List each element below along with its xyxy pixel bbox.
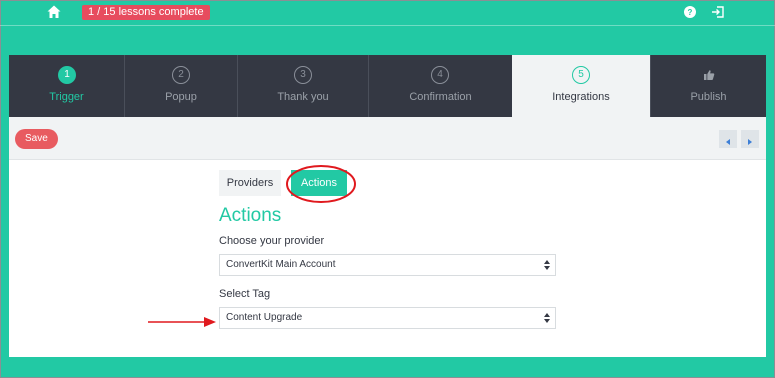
step-trigger[interactable]: 1 Trigger [9,55,124,117]
top-bar: 1 / 15 lessons complete ? [0,0,775,25]
step-confirmation[interactable]: 4 Confirmation [368,55,512,117]
topbar-divider [0,25,775,26]
step-integrations[interactable]: 5 Integrations [512,55,650,117]
step-label: Popup [165,91,197,103]
lessons-progress-badge: 1 / 15 lessons complete [82,5,210,20]
step-number: 1 [58,66,76,84]
step-navigation: 1 Trigger 2 Popup 3 Thank you 4 Confirma… [9,55,766,117]
step-number: 4 [431,66,449,84]
step-label: Confirmation [409,91,472,103]
logout-icon[interactable] [711,5,725,19]
previous-button[interactable] [719,130,737,148]
editor-panel: 1 Trigger 2 Popup 3 Thank you 4 Confirma… [9,55,766,357]
help-icon[interactable]: ? [684,6,696,18]
chevron-left-icon [726,139,730,145]
editor-toolbar: Save [9,117,766,160]
step-label: Thank you [277,91,329,103]
step-popup[interactable]: 2 Popup [124,55,237,117]
thumbs-up-icon [704,70,715,80]
tag-select-value: Content Upgrade [226,312,303,323]
step-number: 2 [172,66,190,84]
provider-select[interactable]: ConvertKit Main Account [219,254,556,276]
step-label: Publish [690,91,727,103]
step-number: 5 [572,66,590,84]
tab-actions[interactable]: Actions [291,170,347,196]
next-button[interactable] [741,130,759,148]
select-arrows-icon [544,313,550,323]
provider-select-value: ConvertKit Main Account [226,259,336,270]
section-title: Actions [219,205,282,226]
step-thank-you[interactable]: 3 Thank you [237,55,368,117]
tab-providers[interactable]: Providers [219,170,281,196]
step-label: Integrations [552,91,610,103]
chevron-right-icon [748,139,752,145]
svg-text:?: ? [688,8,693,17]
step-number: 3 [294,66,312,84]
provider-label: Choose your provider [219,235,325,247]
step-label: Trigger [49,91,84,103]
save-button[interactable]: Save [15,129,58,149]
select-arrows-icon [544,260,550,270]
home-icon[interactable] [46,4,62,20]
step-publish[interactable]: Publish [650,55,766,117]
tag-select[interactable]: Content Upgrade [219,307,556,329]
tag-label: Select Tag [219,288,271,300]
